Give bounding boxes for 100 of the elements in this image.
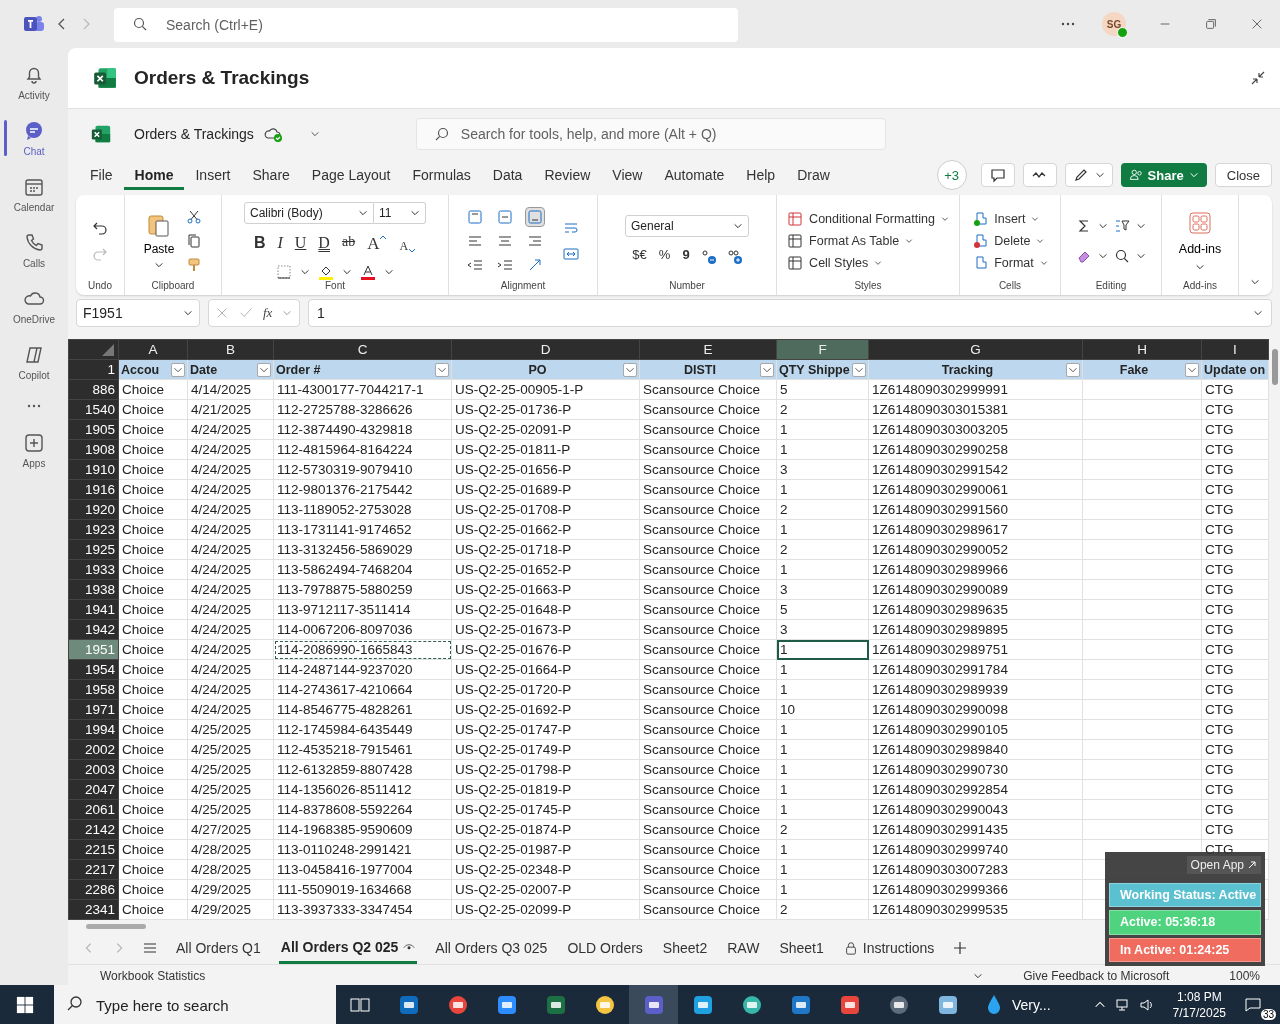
menu-tab[interactable]: Home	[123, 160, 185, 190]
increase-decimal-icon[interactable]	[725, 247, 744, 266]
sheet-tab[interactable]: Sheet2	[660, 932, 710, 964]
sheet-tab[interactable]: All Orders Q3 025	[433, 932, 550, 964]
scissors-icon[interactable]	[186, 208, 203, 225]
editing-mode-button[interactable]	[1064, 163, 1113, 187]
comments-button[interactable]	[980, 163, 1015, 187]
open-app-link[interactable]: Open App	[1186, 856, 1261, 874]
filter-button[interactable]	[852, 362, 866, 377]
menu-tab[interactable]: Page Layout	[300, 160, 402, 190]
row-number[interactable]: 1938	[68, 579, 119, 600]
styles-menu-button[interactable]: Conditional Formatting	[787, 210, 949, 227]
close-icon[interactable]	[1250, 17, 1264, 31]
vertical-align-icon[interactable]	[496, 207, 514, 226]
decrease-decimal-icon[interactable]	[699, 247, 718, 266]
styles-menu-button[interactable]: Cell Styles	[787, 254, 883, 271]
activity-button[interactable]	[1022, 163, 1057, 187]
row-number[interactable]: 2286	[68, 879, 119, 900]
column-letter[interactable]: H	[1082, 339, 1202, 360]
sidebar-item[interactable]: Calls	[0, 222, 68, 278]
sidebar-item[interactable]: OneDrive	[0, 278, 68, 334]
paintbrush-icon[interactable]	[186, 256, 203, 273]
row-number[interactable]: 1905	[68, 419, 119, 440]
column-letter[interactable]: G	[868, 339, 1083, 360]
filter-button[interactable]	[623, 362, 637, 377]
row-number[interactable]: 1994	[68, 719, 119, 740]
column-letter[interactable]: E	[639, 339, 777, 360]
weather-text[interactable]: Very...	[1012, 996, 1051, 1013]
menu-tab[interactable]: Data	[481, 160, 534, 190]
sheet-tab[interactable]: RAW	[725, 932, 762, 964]
row-number[interactable]: 1954	[68, 659, 119, 680]
row-number[interactable]: 2047	[68, 779, 119, 800]
menu-tab[interactable]: Share	[241, 160, 301, 190]
menu-tab[interactable]: View	[601, 160, 654, 190]
filter-button[interactable]	[1185, 362, 1199, 377]
taskbar-search-field[interactable]: Type here to search	[54, 985, 336, 1024]
taskbar-app[interactable]	[629, 985, 678, 1024]
add-sheet-icon[interactable]	[952, 940, 969, 956]
comma-style-button[interactable]: 9	[680, 246, 692, 267]
filter-button[interactable]	[760, 362, 774, 377]
vertical-align-icon[interactable]	[526, 207, 544, 226]
sheet-tab[interactable]: OLD Orders	[565, 932, 645, 964]
close-button[interactable]: Close	[1214, 163, 1272, 187]
number-format-dropdown[interactable]: General	[625, 214, 749, 237]
row-number[interactable]: 1942	[68, 619, 119, 640]
paste-button[interactable]: Paste	[143, 211, 175, 270]
row-number[interactable]: 1941	[68, 599, 119, 620]
strikethrough-button[interactable]: ab	[339, 233, 358, 254]
chevron-down-icon[interactable]	[973, 971, 984, 981]
avatar[interactable]: SG	[1102, 12, 1126, 36]
add-ins-button[interactable]: Add-ins	[1178, 209, 1222, 272]
row-number[interactable]: 1920	[68, 499, 119, 520]
row-number[interactable]: 2341	[68, 899, 119, 920]
column-letter[interactable]: F	[776, 339, 869, 360]
row-number[interactable]: 1910	[68, 459, 119, 480]
menu-tab[interactable]: Draw	[786, 160, 841, 190]
font-name-dropdown[interactable]: Calibri (Body)	[244, 201, 374, 224]
row-number[interactable]: 1933	[68, 559, 119, 580]
row-number[interactable]: 886	[68, 379, 119, 400]
bold-button[interactable]: B	[251, 233, 268, 254]
cells-menu-button[interactable]: Format	[972, 254, 1048, 271]
menu-tab[interactable]: Automate	[653, 160, 736, 190]
expand-ribbon-icon[interactable]	[1250, 277, 1260, 287]
collapse-icon[interactable]	[1250, 70, 1266, 86]
filter-button[interactable]	[171, 362, 185, 377]
share-button[interactable]: Share	[1120, 163, 1207, 187]
row-number[interactable]: 1908	[68, 439, 119, 460]
search-icon[interactable]	[1114, 247, 1130, 264]
double-underline-button[interactable]: D	[316, 233, 332, 254]
row-number[interactable]: 1951	[68, 639, 119, 660]
column-letter[interactable]: D	[451, 339, 640, 360]
vertical-align-icon[interactable]	[466, 207, 484, 226]
column-letter[interactable]: A	[118, 339, 188, 360]
row-number[interactable]: 1	[68, 359, 119, 380]
row-number[interactable]: 1925	[68, 539, 119, 560]
underline-button[interactable]: U	[292, 233, 309, 254]
cells-menu-button[interactable]: Insert	[972, 210, 1040, 227]
row-number[interactable]: 2003	[68, 759, 119, 780]
font-size-dropdown[interactable]: 11	[374, 201, 426, 224]
sheet-tab[interactable]: All Orders Q1	[174, 932, 263, 964]
filter-button[interactable]	[1066, 362, 1080, 377]
menu-tab[interactable]: Insert	[184, 160, 242, 190]
row-number[interactable]: 2217	[68, 859, 119, 880]
row-number[interactable]: 1540	[68, 399, 119, 420]
sidebar-item[interactable]: Apps	[0, 422, 68, 478]
currency-button[interactable]: $€	[630, 246, 649, 267]
sort-filter-icon[interactable]	[1114, 217, 1130, 234]
filter-button[interactable]	[435, 362, 449, 377]
windows-start-icon[interactable]	[16, 995, 34, 1014]
sidebar-item[interactable]: Chat	[0, 110, 68, 166]
cells-menu-button[interactable]: Delete	[972, 232, 1045, 249]
row-number[interactable]: 2002	[68, 739, 119, 760]
clock[interactable]: 1:08 PM 7/17/2025	[1172, 988, 1226, 1021]
row-number[interactable]: 2215	[68, 839, 119, 860]
styles-menu-button[interactable]: Format As Table	[787, 232, 914, 249]
insert-function-button[interactable]: fx	[263, 305, 273, 321]
collaborators-badge[interactable]: +3	[936, 160, 967, 190]
check-icon[interactable]	[239, 306, 253, 320]
column-letter[interactable]: B	[187, 339, 274, 360]
row-number[interactable]: 2142	[68, 819, 119, 840]
